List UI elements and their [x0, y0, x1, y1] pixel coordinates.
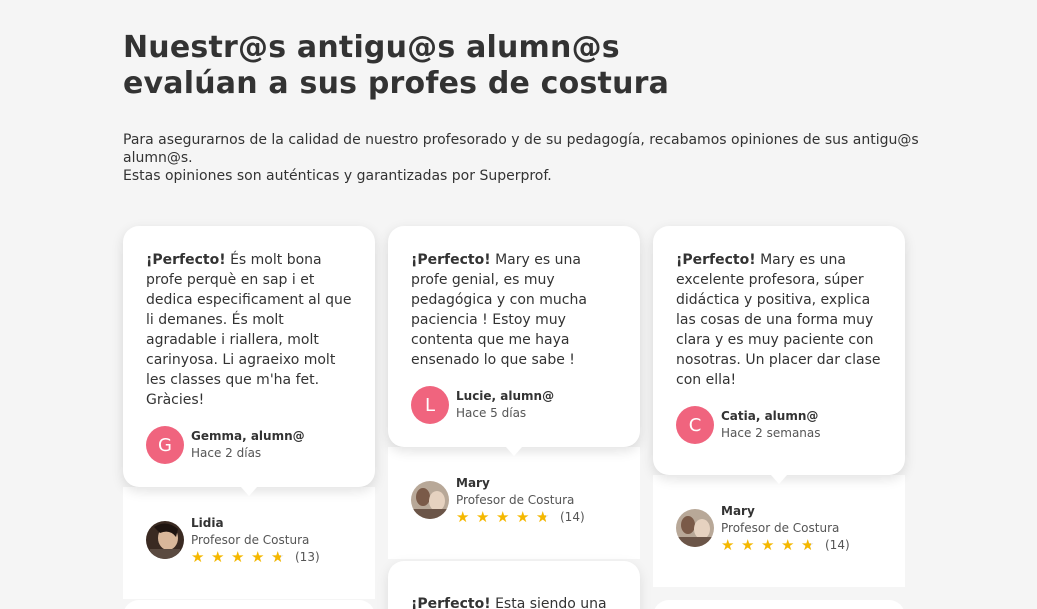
- teacher-avatar: [676, 509, 714, 547]
- review-count: (14): [560, 510, 585, 524]
- intro-line-3: Estas opiniones son auténticas y garanti…: [123, 168, 552, 184]
- teacher-name: Lidia: [191, 516, 224, 530]
- review-author: G Gemma, alumn@ Hace 2 días: [146, 426, 352, 464]
- author-name: Catia, alumn@: [721, 409, 819, 423]
- star-icon: ★: [211, 548, 225, 566]
- title-line-1: Nuestr@s antigu@s alumn@s: [123, 30, 620, 65]
- half-star-icon: ★: [271, 549, 291, 567]
- star-icon: ★: [781, 536, 795, 554]
- review-card: ¡Perfecto! Mary es una excelente profeso…: [653, 226, 905, 484]
- review-time: Hace 2 días: [191, 446, 262, 460]
- review-body: És molt bona profe perquè en sap i et de…: [146, 252, 352, 408]
- review-body: Esta siendo una: [490, 596, 607, 609]
- review-card: ¡Perfecto! Mary es una profe genial, es …: [388, 226, 640, 456]
- title-line-2: evalúan a sus profes de costura: [123, 66, 670, 101]
- intro-line-2: alumn@s.: [123, 150, 193, 166]
- review-lead: ¡Perfecto!: [676, 252, 756, 268]
- review-text: ¡Perfecto! Mary es una excelente profeso…: [676, 250, 882, 390]
- avatar: G: [146, 426, 184, 464]
- next-card-edge: [653, 600, 905, 609]
- avatar: L: [411, 386, 449, 424]
- review-time: Hace 2 semanas: [721, 426, 821, 440]
- review-card: ¡Perfecto! Esta siendo una: [388, 561, 640, 609]
- half-star-icon: ★: [801, 537, 821, 555]
- rating-stars: ★ ★ ★ ★ ★ (13): [191, 548, 320, 567]
- review-lead: ¡Perfecto!: [411, 596, 491, 609]
- review-time: Hace 5 días: [456, 406, 527, 420]
- star-icon: ★: [251, 548, 265, 566]
- rating-stars: ★ ★ ★ ★ ★ (14): [721, 536, 850, 555]
- review-column-2: ¡Perfecto! Mary es una profe genial, es …: [388, 226, 640, 609]
- half-star-icon: ★: [536, 509, 556, 527]
- star-icon: ★: [741, 536, 755, 554]
- star-icon: ★: [456, 508, 470, 526]
- teacher-role: Profesor de Costura: [191, 533, 310, 547]
- review-lead: ¡Perfecto!: [411, 252, 491, 268]
- star-icon: ★: [516, 508, 530, 526]
- teacher-role: Profesor de Costura: [456, 493, 575, 507]
- author-name: Gemma, alumn@: [191, 429, 305, 443]
- review-author: L Lucie, alumn@ Hace 5 días: [411, 386, 617, 424]
- review-text: ¡Perfecto! Mary es una profe genial, es …: [411, 250, 617, 370]
- teacher-avatar: [411, 481, 449, 519]
- author-name: Lucie, alumn@: [456, 389, 555, 403]
- teacher-name: Mary: [721, 504, 755, 518]
- review-column-1: ¡Perfecto! És molt bona profe perquè en …: [123, 226, 375, 609]
- star-icon: ★: [496, 508, 510, 526]
- star-icon: ★: [761, 536, 775, 554]
- teacher-card[interactable]: Mary Profesor de Costura ★ ★ ★ ★ ★ (14): [388, 447, 640, 559]
- teacher-name: Mary: [456, 476, 490, 490]
- rating-stars: ★ ★ ★ ★ ★ (14): [456, 508, 585, 527]
- teacher-card[interactable]: Lidia Profesor de Costura ★ ★ ★ ★ ★ (13): [123, 487, 375, 599]
- teacher-role: Profesor de Costura: [721, 521, 840, 535]
- star-icon: ★: [231, 548, 245, 566]
- review-author: C Catia, alumn@ Hace 2 semanas: [676, 406, 882, 444]
- next-card-edge: [123, 600, 375, 609]
- intro-text: Para asegurarnos de la calidad de nuestr…: [123, 131, 923, 185]
- teacher-avatar: [146, 521, 184, 559]
- review-text: ¡Perfecto! És molt bona profe perquè en …: [146, 250, 352, 410]
- avatar: C: [676, 406, 714, 444]
- teacher-card[interactable]: Mary Profesor de Costura ★ ★ ★ ★ ★ (14): [653, 475, 905, 587]
- review-count: (14): [825, 538, 850, 552]
- review-card: ¡Perfecto! És molt bona profe perquè en …: [123, 226, 375, 496]
- review-body: Mary es una profe genial, es muy pedagóg…: [411, 252, 587, 368]
- review-count: (13): [295, 550, 320, 564]
- star-icon: ★: [191, 548, 205, 566]
- review-lead: ¡Perfecto!: [146, 252, 226, 268]
- intro-line-1: Para asegurarnos de la calidad de nuestr…: [123, 132, 919, 148]
- star-icon: ★: [476, 508, 490, 526]
- review-text: ¡Perfecto! Esta siendo una: [411, 594, 617, 609]
- review-column-3: ¡Perfecto! Mary es una excelente profeso…: [653, 226, 905, 609]
- star-icon: ★: [721, 536, 735, 554]
- page-title: Nuestr@s antigu@s alumn@s evalúan a sus …: [123, 30, 669, 102]
- review-body: Mary es una excelente profesora, súper d…: [676, 252, 881, 388]
